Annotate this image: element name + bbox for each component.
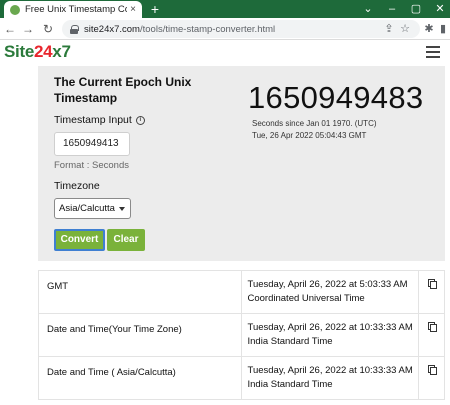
menu-hamburger-icon[interactable] [426, 46, 440, 58]
lock-icon [70, 24, 79, 34]
conversion-results-table: GMT Tuesday, April 26, 2022 at 5:03:33 A… [38, 270, 445, 400]
copy-button[interactable] [418, 270, 445, 314]
url-host: site24x7.com [84, 23, 140, 35]
site24x7-logo[interactable]: Site24x7 [4, 42, 71, 62]
site-header: Site24x7 [0, 40, 450, 64]
copy-icon [427, 365, 437, 375]
tab-search-chevron-icon[interactable]: ⌄ [360, 0, 376, 18]
table-row: Date and Time(Your Time Zone) Tuesday, A… [38, 313, 445, 357]
copy-button[interactable] [418, 313, 445, 357]
bookmark-star-icon[interactable]: ☆ [398, 20, 412, 38]
close-window-icon[interactable]: ✕ [432, 0, 448, 18]
timezone-selected-value: Asia/Calcutta [59, 203, 115, 214]
copy-icon [427, 279, 437, 289]
url-path: /tools/time-stamp-converter.html [139, 23, 276, 35]
format-hint: Format : Seconds [54, 160, 129, 171]
address-bar[interactable]: site24x7.com/tools/time-stamp-converter.… [62, 20, 420, 38]
table-row: Date and Time ( Asia/Calcutta) Tuesday, … [38, 356, 445, 400]
back-arrow-icon[interactable]: ← [2, 20, 18, 38]
epoch-description: Seconds since Jan 01 1970. (UTC) Tue, 26… [252, 118, 377, 142]
extensions-puzzle-icon[interactable]: ✱ [422, 20, 436, 38]
reload-icon[interactable]: ↻ [40, 20, 56, 38]
browser-tab-bar: Free Unix Timestamp Converter | × + ⌄ – … [0, 0, 450, 18]
current-epoch-heading: The Current Epoch Unix Timestamp [54, 75, 192, 105]
current-epoch-value: 1650949483 [248, 80, 424, 115]
result-label: Date and Time(Your Time Zone) [38, 313, 242, 357]
result-label: Date and Time ( Asia/Calcutta) [38, 356, 242, 400]
dropdown-caret-icon [119, 207, 125, 211]
new-tab-button[interactable]: + [148, 0, 162, 18]
result-value: Tuesday, April 26, 2022 at 5:03:33 AM Co… [240, 270, 420, 314]
convert-button[interactable]: Convert [54, 229, 105, 251]
result-label: GMT [38, 270, 242, 314]
timestamp-input-label: Timestamp Input i [54, 114, 145, 126]
tab-close-icon[interactable]: × [127, 4, 139, 15]
tab-title: Free Unix Timestamp Converter | [25, 4, 127, 15]
timezone-label: Timezone [54, 180, 100, 192]
clear-button[interactable]: Clear [107, 229, 145, 251]
browser-tab[interactable]: Free Unix Timestamp Converter | × [4, 1, 142, 18]
site-favicon-icon [10, 4, 20, 15]
table-row: GMT Tuesday, April 26, 2022 at 5:03:33 A… [38, 270, 445, 314]
share-icon[interactable]: ⇪ [382, 20, 396, 38]
forward-arrow-icon[interactable]: → [20, 20, 36, 38]
timezone-select[interactable]: Asia/Calcutta [54, 198, 131, 219]
converter-panel: The Current Epoch Unix Timestamp Timesta… [38, 66, 445, 261]
copy-button[interactable] [418, 356, 445, 400]
result-value: Tuesday, April 26, 2022 at 10:33:33 AM I… [240, 313, 420, 357]
browser-toolbar: ← → ↻ site24x7.com/tools/time-stamp-conv… [0, 18, 450, 40]
timestamp-input[interactable]: 1650949413 [54, 132, 130, 156]
copy-icon [427, 322, 437, 332]
info-icon[interactable]: i [135, 115, 145, 125]
result-value: Tuesday, April 26, 2022 at 10:33:33 AM I… [240, 356, 420, 400]
maximize-icon[interactable]: ▢ [408, 0, 424, 18]
minimize-icon[interactable]: – [384, 0, 400, 18]
epoch-date-text: Tue, 26 Apr 2022 05:04:43 GMT [252, 131, 367, 140]
epoch-since-text: Seconds since Jan 01 1970. (UTC) [252, 119, 377, 128]
side-panel-icon[interactable]: ▮ [436, 20, 450, 38]
